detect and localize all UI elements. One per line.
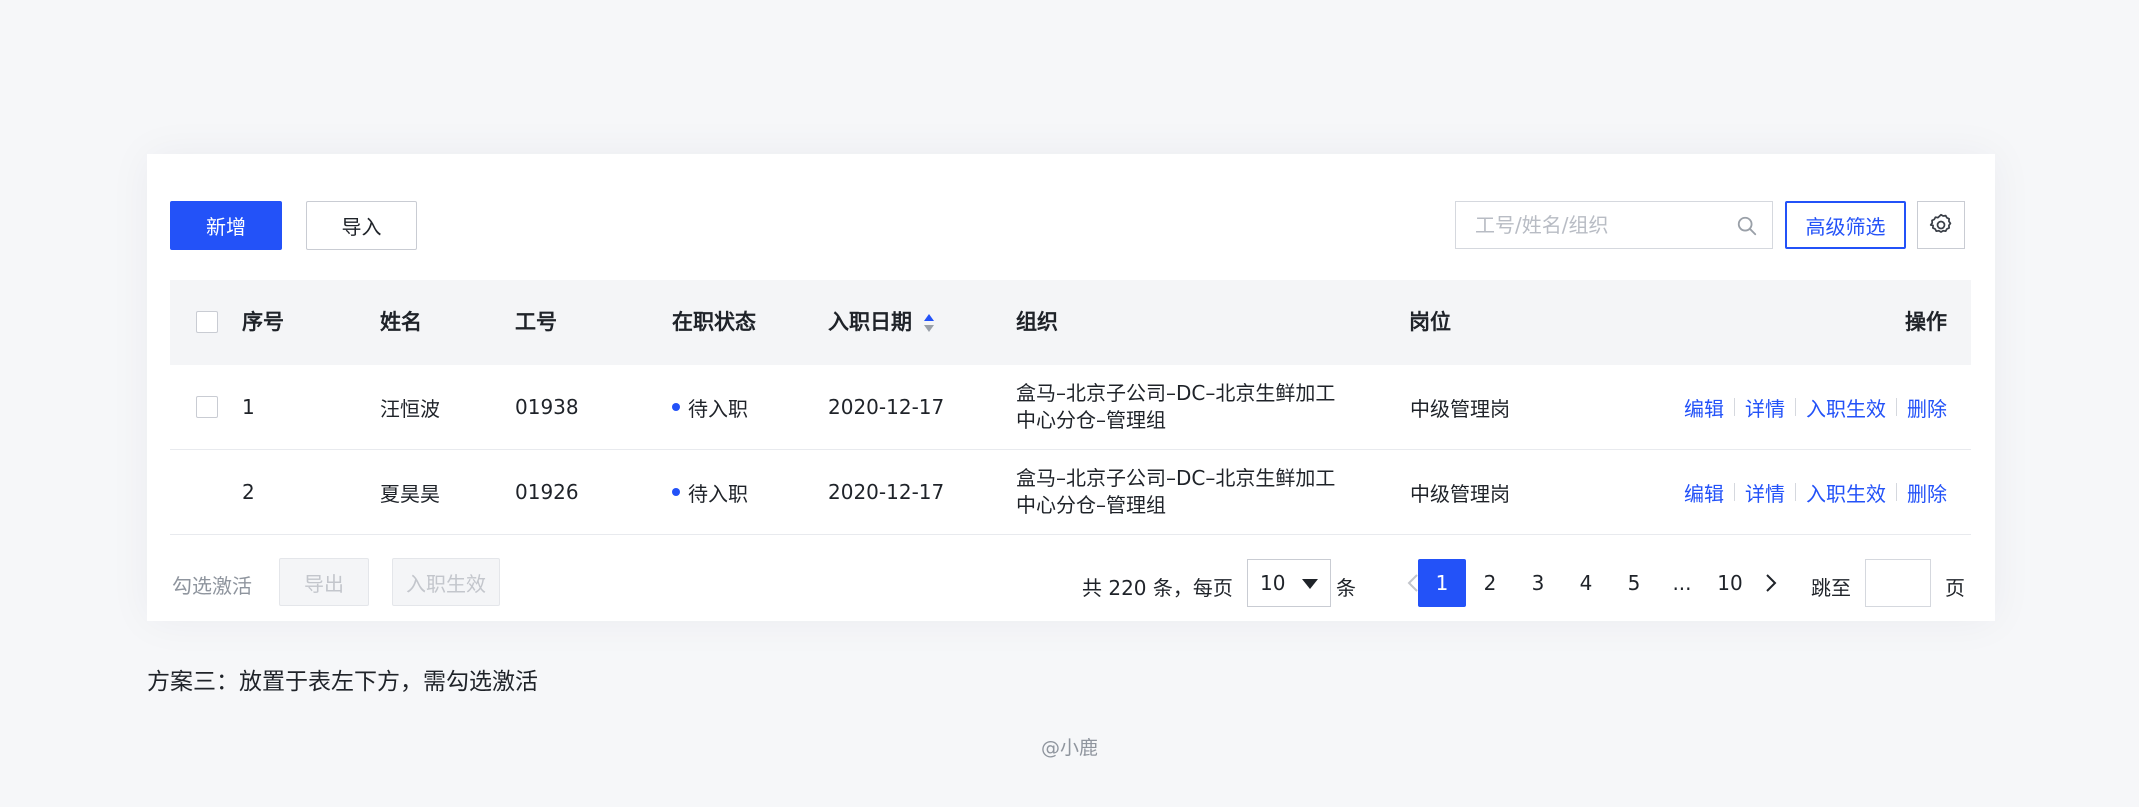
header-name: 姓名 bbox=[380, 310, 422, 334]
header-status: 在职状态 bbox=[672, 310, 756, 334]
header-actions: 操作 bbox=[1905, 310, 1947, 334]
jump-unit: 页 bbox=[1945, 576, 1965, 600]
page-button-4[interactable]: 4 bbox=[1562, 559, 1610, 607]
table-header: 序号 姓名 工号 在职状态 入职日期 组织 岗位 操作 bbox=[170, 280, 1971, 365]
edit-link[interactable]: 编辑 bbox=[1684, 478, 1724, 507]
divider bbox=[1734, 398, 1735, 416]
row-checkbox[interactable] bbox=[196, 396, 218, 418]
divider bbox=[1734, 483, 1735, 501]
chevron-right-icon bbox=[1766, 574, 1777, 592]
total-count: 共 220 条，每页 bbox=[1082, 576, 1233, 600]
cell-organization: 盒马–北京子公司–DC–北京生鲜加工中心分仓–管理组 bbox=[1016, 466, 1336, 517]
divider bbox=[1795, 483, 1796, 501]
settings-button[interactable] bbox=[1917, 201, 1965, 249]
caption: 方案三：放置于表左下方，需勾选激活 bbox=[147, 669, 538, 695]
cell-actions: 编辑 详情 入职生效 删除 bbox=[1684, 450, 1947, 534]
cell-status: 待入职 bbox=[672, 365, 748, 449]
cell-entry-date: 2020-12-17 bbox=[828, 480, 945, 504]
next-page-button[interactable] bbox=[1755, 559, 1787, 607]
export-button[interactable]: 导出 bbox=[279, 558, 369, 606]
page-button-1[interactable]: 1 bbox=[1418, 559, 1466, 607]
header-entry-date-label: 入职日期 bbox=[828, 310, 912, 334]
status-label: 待入职 bbox=[688, 481, 748, 506]
cell-index: 2 bbox=[242, 480, 255, 504]
cell-index: 1 bbox=[242, 395, 255, 419]
jump-label: 跳至 bbox=[1811, 576, 1851, 600]
activate-link[interactable]: 入职生效 bbox=[1806, 478, 1886, 507]
gear-icon bbox=[1929, 213, 1952, 233]
status-dot bbox=[672, 403, 680, 411]
divider bbox=[1896, 398, 1897, 416]
cell-status: 待入职 bbox=[672, 450, 748, 534]
bulk-activate-button[interactable]: 入职生效 bbox=[392, 558, 500, 606]
cell-employee-id: 01926 bbox=[515, 480, 579, 504]
table-card: 新增 导入 高级筛选 序号 姓名 工号 在职状态 入职日期 组织 岗位 操作 bbox=[147, 154, 1995, 621]
import-button[interactable]: 导入 bbox=[306, 201, 417, 250]
search-input[interactable] bbox=[1473, 212, 1727, 238]
delete-link[interactable]: 删除 bbox=[1907, 478, 1947, 507]
header-position: 岗位 bbox=[1409, 310, 1451, 334]
status-dot bbox=[672, 488, 680, 496]
search-box bbox=[1455, 201, 1773, 249]
cell-entry-date: 2020-12-17 bbox=[828, 395, 945, 419]
header-employee-id: 工号 bbox=[515, 310, 557, 334]
edit-link[interactable]: 编辑 bbox=[1684, 393, 1724, 422]
page-size-value: 10 bbox=[1260, 571, 1286, 595]
cell-actions: 编辑 详情 入职生效 删除 bbox=[1684, 365, 1947, 449]
header-index: 序号 bbox=[242, 310, 284, 334]
status-label: 待入职 bbox=[688, 396, 748, 421]
cell-name: 夏昊昊 bbox=[380, 481, 440, 506]
advanced-filter-button[interactable]: 高级筛选 bbox=[1785, 201, 1906, 249]
add-button[interactable]: 新增 bbox=[170, 201, 282, 250]
search-icon[interactable] bbox=[1736, 215, 1758, 237]
divider bbox=[1795, 398, 1796, 416]
sort-icon[interactable] bbox=[922, 312, 936, 334]
cell-name: 汪恒波 bbox=[380, 396, 440, 421]
page-size-unit: 条 bbox=[1336, 576, 1356, 600]
page-size-select[interactable]: 10 bbox=[1247, 559, 1331, 607]
select-all-checkbox[interactable] bbox=[196, 311, 218, 333]
delete-link[interactable]: 删除 bbox=[1907, 393, 1947, 422]
header-organization: 组织 bbox=[1016, 310, 1058, 334]
page-button-5[interactable]: 5 bbox=[1610, 559, 1658, 607]
cell-position: 中级管理岗 bbox=[1410, 396, 1510, 421]
page-button-3[interactable]: 3 bbox=[1514, 559, 1562, 607]
divider bbox=[1896, 483, 1897, 501]
detail-link[interactable]: 详情 bbox=[1745, 393, 1785, 422]
activate-link[interactable]: 入职生效 bbox=[1806, 393, 1886, 422]
credit: @小鹿 bbox=[1040, 737, 1098, 759]
page-button-10[interactable]: 10 bbox=[1706, 559, 1754, 607]
cell-employee-id: 01938 bbox=[515, 395, 579, 419]
table-row[interactable]: 2 夏昊昊 01926 待入职 2020-12-17 盒马–北京子公司–DC–北… bbox=[170, 450, 1971, 535]
bulk-hint: 勾选激活 bbox=[172, 574, 252, 598]
cell-organization: 盒马–北京子公司–DC–北京生鲜加工中心分仓–管理组 bbox=[1016, 381, 1336, 432]
table-row[interactable]: 1 汪恒波 01938 待入职 2020-12-17 盒马–北京子公司–DC–北… bbox=[170, 365, 1971, 450]
header-entry-date[interactable]: 入职日期 bbox=[828, 280, 936, 365]
caret-down-icon bbox=[1302, 579, 1318, 589]
detail-link[interactable]: 详情 bbox=[1745, 478, 1785, 507]
page-ellipsis[interactable]: ... bbox=[1658, 559, 1706, 607]
cell-position: 中级管理岗 bbox=[1410, 481, 1510, 506]
page-button-2[interactable]: 2 bbox=[1466, 559, 1514, 607]
jump-page-input[interactable] bbox=[1865, 559, 1931, 607]
